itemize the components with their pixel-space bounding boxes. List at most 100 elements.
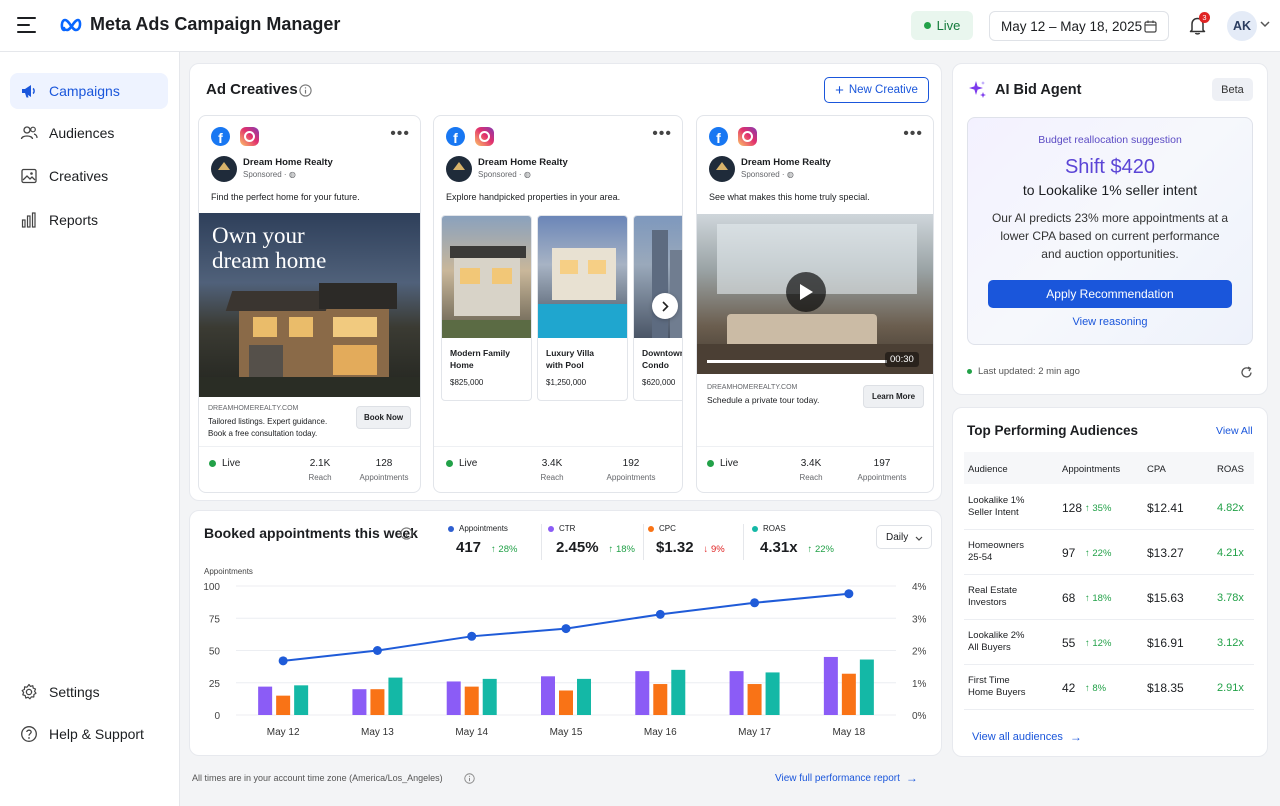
date-range-picker[interactable]: May 12 – May 18, 2025	[989, 11, 1169, 41]
reach-value: 3.4K	[541, 458, 563, 469]
bar-chart-icon	[21, 212, 36, 228]
roas-value: 2.91x	[1217, 682, 1244, 694]
carousel-card[interactable]: Luxury Villa with Pool $1,250,000	[537, 215, 628, 401]
info-icon[interactable]	[299, 84, 312, 97]
cpa-value: $16.91	[1147, 636, 1184, 650]
appointments-delta: ↑ 8%	[1085, 683, 1107, 694]
view-all-audiences-link[interactable]: View all audiences →	[972, 730, 1082, 744]
appointments-delta: ↑ 18%	[1085, 593, 1112, 604]
ad-card-video[interactable]: f ••• Dream Home Realty Sponsored · ◍ Se…	[696, 115, 934, 493]
chart-bar	[635, 671, 650, 715]
appointments-value: 68	[1062, 591, 1076, 605]
chevron-down-icon[interactable]	[1260, 21, 1270, 28]
roas-value: 4.82x	[1217, 502, 1244, 514]
sponsored-label: Sponsored · ◍	[478, 170, 531, 179]
kpi-delta: ↓ 9%	[703, 544, 725, 555]
table-row[interactable]: Lookalike 2% All Buyers 55 ↑ 12% $16.91 3…	[964, 620, 1254, 665]
new-creative-button[interactable]: + New Creative	[824, 77, 929, 103]
column-header: ROAS	[1217, 464, 1244, 475]
table-row[interactable]: First Time Home Buyers 42 ↑ 8% $18.35 2.9…	[964, 665, 1254, 710]
sidebar-item-creatives[interactable]: Creatives	[10, 158, 168, 194]
chart-bar	[258, 686, 273, 715]
menu-icon[interactable]	[17, 17, 36, 33]
table-row[interactable]: Lookalike 1% Seller Intent 128 ↑ 35% $12.…	[964, 485, 1254, 530]
listing-price: $620,000	[642, 378, 676, 387]
chevron-right-icon	[662, 300, 669, 312]
overlay-line: Own your	[212, 223, 305, 248]
full-report-link[interactable]: View full performance report →	[775, 771, 918, 785]
description-line: Book a free consultation today.	[208, 429, 318, 438]
globe-icon: ◍	[288, 170, 296, 179]
info-icon[interactable]	[464, 773, 475, 784]
sidebar-item-audiences[interactable]: Audiences	[10, 115, 168, 151]
globe-icon: ◍	[523, 170, 531, 179]
chart-bar	[577, 678, 591, 715]
listing-name: Modern Family Home	[450, 348, 510, 370]
kpi-label: CPC	[648, 524, 738, 533]
y-tick-label: 100	[203, 582, 220, 593]
status-label: Live	[222, 458, 241, 469]
chart-bar	[464, 686, 479, 715]
chart-point	[844, 589, 854, 599]
ad-status: Live	[209, 458, 240, 469]
x-tick-label: May 18	[832, 727, 865, 738]
suggestion-label: Budget reallocation suggestion	[1038, 134, 1182, 146]
carousel-next-button[interactable]	[652, 293, 678, 319]
table-row[interactable]: Real Estate Investors 68 ↑ 18% $15.63 3.7…	[964, 575, 1254, 620]
sidebar-item-label: Settings	[49, 684, 100, 700]
video-progress-track[interactable]	[707, 360, 887, 363]
apply-recommendation-button[interactable]: Apply Recommendation	[988, 280, 1232, 308]
sidebar-item-help[interactable]: Help & Support	[10, 716, 168, 752]
body-line: Our AI predicts 23% more appointments at…	[991, 211, 1229, 225]
status-dot-icon	[967, 369, 972, 374]
cta-button[interactable]: Learn More	[863, 385, 924, 408]
more-options-icon[interactable]: •••	[652, 125, 672, 143]
ad-footer: Live 3.4K Reach 197 Appointments	[697, 446, 933, 492]
y-tick-label: 0	[214, 711, 220, 722]
video-progress-fill	[707, 360, 887, 363]
carousel-card[interactable]: Modern Family Home $825,000	[441, 215, 532, 401]
ad-card-carousel[interactable]: f ••• Dream Home Realty Sponsored · ◍ Ex…	[433, 115, 683, 493]
cta-button[interactable]: Book Now	[356, 406, 411, 429]
sidebar-item-settings[interactable]: Settings	[10, 674, 168, 710]
sidebar-item-campaigns[interactable]: Campaigns	[10, 73, 168, 109]
ad-caption: See what makes this home truly special.	[709, 192, 870, 202]
listing-name: Downtown Condo	[642, 348, 683, 370]
appointments-delta: ↑ 22%	[1085, 548, 1112, 559]
play-icon	[800, 284, 813, 300]
interval-select[interactable]: Daily	[876, 525, 932, 549]
table-row[interactable]: Homeowners 25-54 97 ↑ 22% $13.27 4.21x	[964, 530, 1254, 575]
sidebar: Campaigns Audiences Creatives Reports Se…	[0, 52, 180, 806]
y2-tick-label: 3%	[912, 614, 927, 625]
gear-icon	[21, 683, 37, 700]
sparkle-icon	[969, 81, 986, 98]
ad-video-player[interactable]: 00:30	[697, 214, 933, 374]
appointments-label: Appointments	[857, 473, 907, 482]
chart-bar	[729, 671, 744, 715]
chart-bar	[482, 678, 497, 715]
sponsored-label: Sponsored · ◍	[741, 170, 794, 179]
ad-card-image[interactable]: f ••• Dream Home Realty Sponsored · ◍ Fi…	[198, 115, 421, 493]
appointments-value: 97	[1062, 546, 1076, 560]
view-all-link[interactable]: View All	[1216, 425, 1253, 437]
appointments-metric: 128 Appointments	[349, 458, 419, 482]
avatar[interactable]: AK	[1227, 11, 1257, 41]
chart-point	[467, 631, 477, 641]
view-reasoning-link[interactable]: View reasoning	[967, 316, 1253, 328]
cpa-value: $18.35	[1147, 681, 1184, 695]
beta-badge: Beta	[1212, 78, 1253, 101]
sidebar-item-reports[interactable]: Reports	[10, 202, 168, 238]
live-status-label: Live	[936, 18, 961, 33]
refresh-icon[interactable]	[1240, 366, 1253, 379]
kpi-value: 4.31x	[760, 539, 798, 556]
info-icon[interactable]	[400, 527, 413, 540]
play-button[interactable]	[786, 272, 826, 312]
users-icon	[20, 126, 38, 140]
chart-bar	[559, 690, 573, 715]
globe-icon: ◍	[786, 170, 794, 179]
roas-value: 3.78x	[1217, 592, 1244, 604]
more-options-icon[interactable]: •••	[903, 125, 923, 143]
more-options-icon[interactable]: •••	[390, 125, 410, 143]
cpa-value: $13.27	[1147, 546, 1184, 560]
appointments-value: 192	[622, 458, 640, 469]
